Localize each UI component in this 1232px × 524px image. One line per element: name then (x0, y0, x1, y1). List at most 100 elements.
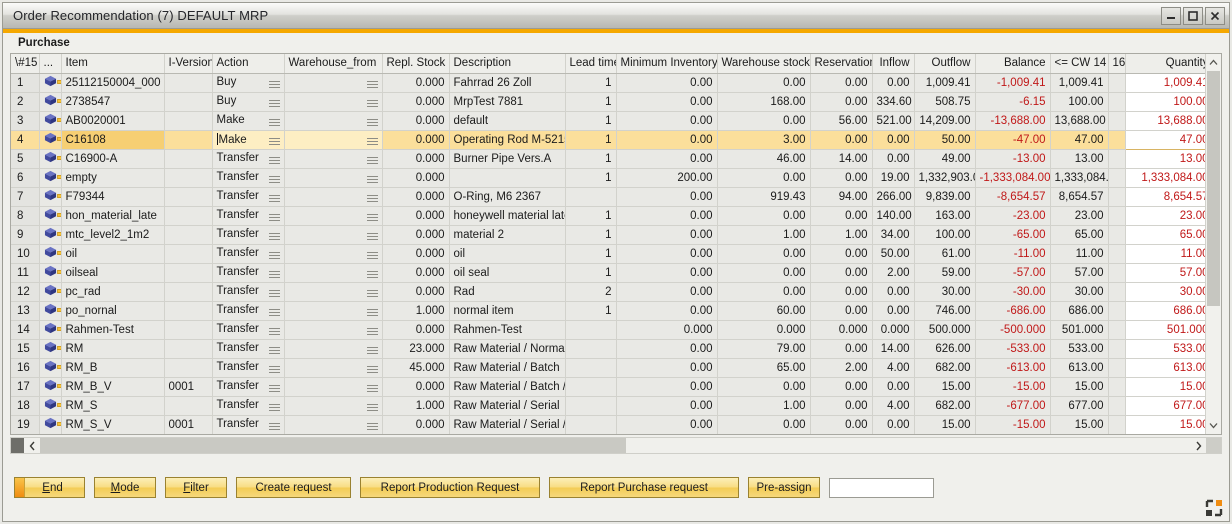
table-row[interactable]: 14Rahmen-TestTransfer0.000Rahmen-Test0.0… (11, 320, 1205, 339)
cell-warehouse-from[interactable] (284, 339, 382, 358)
cell-cw16[interactable] (1108, 187, 1125, 206)
cell-repl-stock[interactable]: 0.000 (382, 263, 449, 282)
cell-warehouse-from[interactable] (284, 206, 382, 225)
cell-cw16[interactable] (1108, 73, 1125, 92)
cell-warehouse-from[interactable] (284, 396, 382, 415)
cell-cw14[interactable]: 8,654.57 (1050, 187, 1108, 206)
cell-warehouse-stock[interactable]: 0.00 (717, 263, 810, 282)
cell-inflow[interactable]: 0.00 (872, 149, 914, 168)
cell-repl-stock[interactable]: 0.000 (382, 225, 449, 244)
row-number[interactable]: 17 (11, 377, 39, 396)
cell-item[interactable]: RM_B_V (61, 377, 164, 396)
cell-minimum-inventory[interactable]: 0.00 (616, 187, 717, 206)
cell-i-version[interactable] (164, 149, 212, 168)
cell-cw16[interactable] (1108, 206, 1125, 225)
resize-grip-icon[interactable] (1205, 499, 1223, 517)
table-row[interactable]: 17RM_B_V0001Transfer0.000Raw Material / … (11, 377, 1205, 396)
cell-item[interactable]: AB0020001 (61, 111, 164, 130)
cell-inflow[interactable]: 334.60 (872, 92, 914, 111)
cell-cw16[interactable] (1108, 149, 1125, 168)
cell-quantity[interactable]: 686.00 (1125, 301, 1205, 320)
cell-quantity[interactable]: 13,688.00 (1125, 111, 1205, 130)
cell-reservation[interactable]: 0.00 (810, 415, 872, 434)
cell-warehouse-stock[interactable]: 79.00 (717, 339, 810, 358)
cell-warehouse-stock[interactable]: 0.00 (717, 73, 810, 92)
dropdown-marker-icon[interactable] (269, 421, 280, 432)
cell-warehouse-stock[interactable]: 919.43 (717, 187, 810, 206)
cell-quantity[interactable]: 23.00 (1125, 206, 1205, 225)
dropdown-marker-icon[interactable] (269, 383, 280, 394)
dropdown-marker-icon[interactable] (367, 174, 378, 185)
row-status-icons[interactable] (39, 130, 61, 149)
cell-lead-time[interactable] (565, 320, 616, 339)
cell-balance[interactable]: -500.000 (975, 320, 1050, 339)
cell-quantity[interactable]: 15.00 (1125, 415, 1205, 434)
cell-minimum-inventory[interactable]: 0.00 (616, 415, 717, 434)
cell-action[interactable]: Make (212, 111, 284, 130)
dropdown-marker-icon[interactable] (269, 402, 280, 413)
cell-balance[interactable]: -23.00 (975, 206, 1050, 225)
cell-reservation[interactable]: 0.00 (810, 396, 872, 415)
filter-button[interactable]: Filter (165, 477, 227, 498)
cell-outflow[interactable]: 508.75 (914, 92, 975, 111)
table-row[interactable]: 6emptyTransfer0.0001200.000.000.0019.001… (11, 168, 1205, 187)
cell-description[interactable]: Raw Material / Batch / V (449, 377, 565, 396)
col-header-repl-stock[interactable]: Repl. Stock (382, 54, 449, 73)
cell-cw14[interactable]: 65.00 (1050, 225, 1108, 244)
row-status-icons[interactable] (39, 282, 61, 301)
col-header-outflow[interactable]: Outflow (914, 54, 975, 73)
cell-outflow[interactable]: 15.00 (914, 415, 975, 434)
maximize-icon[interactable] (1183, 7, 1203, 25)
cell-warehouse-from[interactable] (284, 130, 382, 149)
cell-reservation[interactable]: 56.00 (810, 111, 872, 130)
row-number[interactable]: 16 (11, 358, 39, 377)
cell-i-version[interactable] (164, 187, 212, 206)
cell-warehouse-stock[interactable]: 0.00 (717, 111, 810, 130)
minimize-icon[interactable] (1161, 7, 1181, 25)
cell-quantity[interactable]: 100.00 (1125, 92, 1205, 111)
cell-warehouse-from[interactable] (284, 377, 382, 396)
cell-action[interactable]: Transfer (212, 263, 284, 282)
cell-i-version[interactable] (164, 244, 212, 263)
cell-reservation[interactable]: 2.00 (810, 358, 872, 377)
cell-reservation[interactable]: 0.00 (810, 377, 872, 396)
cell-quantity[interactable]: 13.00 (1125, 149, 1205, 168)
pre-assign-button[interactable]: Pre-assign (748, 477, 820, 498)
cell-lead-time[interactable]: 1 (565, 92, 616, 111)
cell-warehouse-stock[interactable]: 1.00 (717, 396, 810, 415)
cell-minimum-inventory[interactable]: 0.00 (616, 111, 717, 130)
col-header-warehouse-from[interactable]: Warehouse_from (284, 54, 382, 73)
cell-item[interactable]: po_nornal (61, 301, 164, 320)
cell-description[interactable]: Burner Pipe Vers.A (449, 149, 565, 168)
cell-warehouse-from[interactable] (284, 320, 382, 339)
cell-reservation[interactable]: 1.00 (810, 225, 872, 244)
cell-i-version[interactable] (164, 225, 212, 244)
report-production-request-button[interactable]: Report Production Request (360, 477, 540, 498)
cell-inflow[interactable]: 266.00 (872, 187, 914, 206)
cell-reservation[interactable]: 0.00 (810, 263, 872, 282)
cell-cw14[interactable]: 13.00 (1050, 149, 1108, 168)
cell-inflow[interactable]: 4.00 (872, 396, 914, 415)
row-status-icons[interactable] (39, 149, 61, 168)
row-number[interactable]: 18 (11, 396, 39, 415)
table-row[interactable]: 8hon_material_lateTransfer0.000honeywell… (11, 206, 1205, 225)
vertical-scroll-thumb[interactable] (1207, 71, 1220, 306)
cell-repl-stock[interactable]: 0.000 (382, 320, 449, 339)
cell-action[interactable]: Transfer (212, 225, 284, 244)
dropdown-marker-icon[interactable] (269, 79, 280, 90)
cell-cw16[interactable] (1108, 396, 1125, 415)
cell-i-version[interactable] (164, 301, 212, 320)
cell-minimum-inventory[interactable]: 0.00 (616, 92, 717, 111)
cell-cw16[interactable] (1108, 339, 1125, 358)
dropdown-marker-icon[interactable] (367, 117, 378, 128)
cell-cw16[interactable] (1108, 244, 1125, 263)
cell-inflow[interactable]: 140.00 (872, 206, 914, 225)
row-status-icons[interactable] (39, 206, 61, 225)
col-header-description[interactable]: Description (449, 54, 565, 73)
row-number[interactable]: 13 (11, 301, 39, 320)
cell-item[interactable]: C16108 (61, 130, 164, 149)
cell-lead-time[interactable]: 1 (565, 130, 616, 149)
cell-lead-time[interactable]: 2 (565, 282, 616, 301)
cell-quantity[interactable]: 30.00 (1125, 282, 1205, 301)
table-row[interactable]: 4C16108Make0.000Operating Rod M-5215510.… (11, 130, 1205, 149)
